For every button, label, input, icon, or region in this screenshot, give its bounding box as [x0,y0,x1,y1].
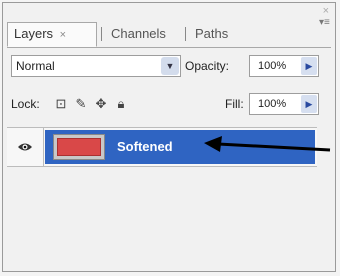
visibility-toggle[interactable] [7,128,44,166]
layer-thumbnail [53,134,105,160]
layer-row[interactable]: Softened [7,127,317,167]
layer-name[interactable]: Softened [117,139,173,154]
layer-selected-highlight[interactable]: Softened [45,130,315,164]
fill-field[interactable]: 100% ▶ [249,93,319,115]
layers-list-empty-area [7,167,317,263]
opacity-value: 100% [258,60,287,72]
opacity-stepper-icon[interactable]: ▶ [301,57,317,75]
lock-brush-icon[interactable]: ✎ [73,96,89,112]
layers-panel: × Layers × Channels Paths ▾≡ Normal ▼ Op… [2,2,336,272]
eye-icon[interactable] [17,141,33,153]
lock-label: Lock: [11,97,40,111]
blend-mode-value: Normal [16,59,55,73]
fill-label: Fill: [225,97,244,111]
lock-transparency-icon[interactable]: ⊡ [53,96,69,112]
tab-paths[interactable]: Paths [189,23,234,45]
tab-channels[interactable]: Channels [105,23,172,45]
tab-layers[interactable]: Layers × [7,22,97,47]
blend-mode-select[interactable]: Normal ▼ [11,55,181,77]
tab-paths-label: Paths [195,26,229,41]
blend-row: Normal ▼ Opacity: 100% ▶ [11,55,327,79]
thumbnail-fill [57,138,101,156]
tab-layers-label: Layers [14,26,54,41]
tab-close-icon[interactable]: × [60,29,66,41]
opacity-label: Opacity: [185,59,230,73]
panel-menu-icon[interactable]: ▾≡ [319,17,333,29]
tab-channels-label: Channels [111,26,166,41]
panel-close-button[interactable]: × [323,5,329,17]
lock-all-icon[interactable]: 🔒︎ [113,96,129,112]
chevron-down-icon[interactable]: ▼ [161,57,179,75]
fill-stepper-icon[interactable]: ▶ [301,95,317,113]
opacity-field[interactable]: 100% ▶ [249,55,319,77]
tab-divider [101,27,102,41]
panel-tab-bar: Layers × Channels Paths [7,21,331,48]
fill-value: 100% [258,98,287,110]
lock-move-icon[interactable]: ✥ [93,96,109,112]
tab-divider [185,27,186,41]
lock-row: Lock: ⊡ ✎ ✥ 🔒︎ Fill: 100% ▶ [11,93,327,117]
